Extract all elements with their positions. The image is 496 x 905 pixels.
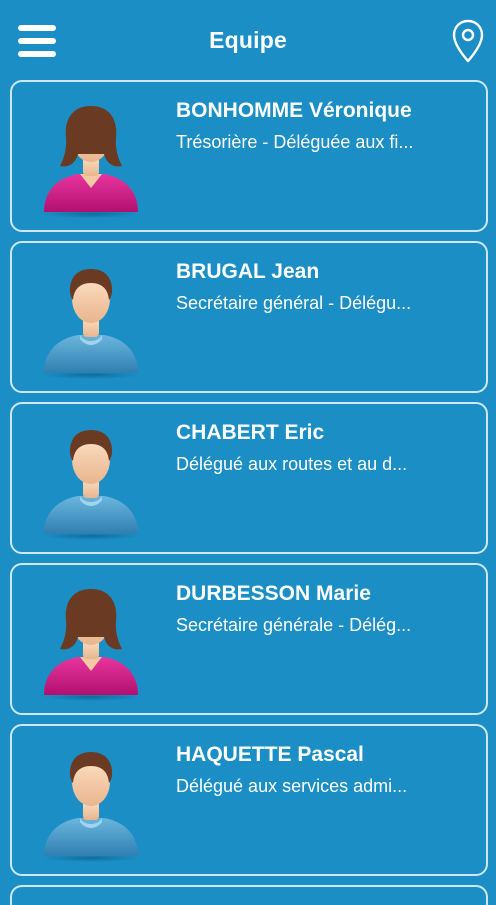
member-role: Secrétaire général - Délégu... — [176, 293, 412, 313]
team-member-card[interactable]: BONHOMME Véronique Trésorière - Déléguée… — [10, 80, 488, 232]
team-member-card[interactable]: HAQUETTE Pascal Délégué aux services adm… — [10, 724, 488, 876]
member-name: CHABERT Eric — [176, 421, 325, 444]
team-member-card-partial[interactable] — [10, 885, 488, 905]
female-avatar-icon — [43, 106, 139, 218]
member-name: BONHOMME Véronique — [176, 99, 412, 122]
member-name: HAQUETTE Pascal — [176, 743, 364, 766]
team-member-card[interactable]: CHABERT Eric Délégué aux routes et au d.… — [10, 402, 488, 554]
member-role: Délégué aux services admi... — [176, 776, 408, 796]
app-header: Equipe — [0, 0, 496, 80]
member-name: BRUGAL Jean — [176, 260, 320, 283]
team-member-list: BONHOMME Véronique Trésorière - Déléguée… — [10, 80, 492, 905]
map-pin-icon[interactable] — [450, 18, 486, 64]
member-name: DURBESSON Marie — [176, 582, 371, 605]
member-role: Délégué aux routes et au d... — [176, 454, 408, 474]
female-avatar-icon — [43, 589, 139, 701]
member-role: Trésorière - Déléguée aux fi... — [176, 132, 414, 152]
male-avatar-icon — [43, 269, 139, 379]
male-avatar-icon — [43, 430, 139, 540]
team-member-card[interactable]: BRUGAL Jean Secrétaire général - Délégu.… — [10, 241, 488, 393]
page-title: Equipe — [209, 27, 287, 53]
male-avatar-icon — [43, 752, 139, 862]
member-role: Secrétaire générale - Délég... — [176, 615, 412, 635]
team-member-card[interactable]: DURBESSON Marie Secrétaire générale - Dé… — [10, 563, 488, 715]
